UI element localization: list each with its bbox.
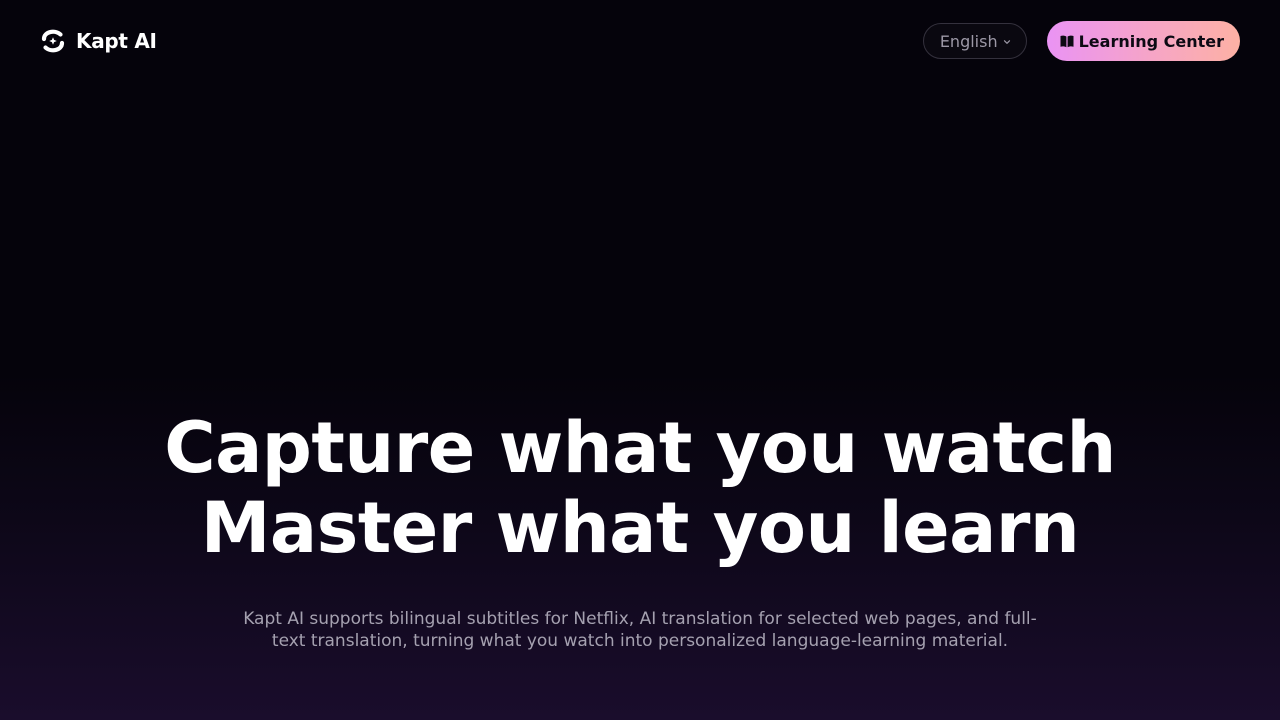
language-label: English	[939, 31, 998, 51]
kapt-logo-icon	[41, 29, 65, 53]
chevron-down-icon	[1003, 39, 1010, 44]
hero-title-line-2: Master what you learn	[200, 487, 1080, 569]
header-actions: English Learning Center	[922, 21, 1240, 61]
language-selector[interactable]: English	[922, 23, 1027, 59]
brand-name: Kapt AI	[76, 29, 157, 53]
site-header: Kapt AI English Learning Center	[0, 0, 1280, 82]
learning-center-button[interactable]: Learning Center	[1046, 21, 1240, 61]
brand-home-link[interactable]: Kapt AI	[40, 28, 157, 54]
book-icon	[1060, 35, 1074, 47]
hero-section: Capture what you watch Master what you l…	[0, 408, 1280, 652]
learning-center-label: Learning Center	[1078, 31, 1224, 51]
hero-description: Kapt AI supports bilingual subtitles for…	[243, 609, 1037, 651]
hero-title-line-1: Capture what you watch	[164, 407, 1116, 489]
hero-title: Capture what you watch Master what you l…	[0, 408, 1280, 568]
